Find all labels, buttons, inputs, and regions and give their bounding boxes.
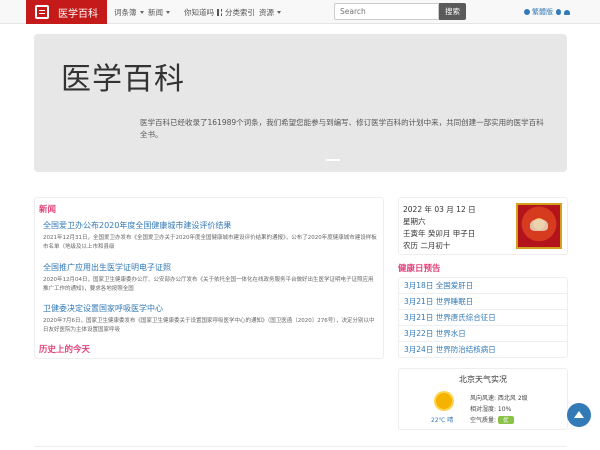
zodiac-tiger-image: [516, 203, 562, 249]
nav-entries[interactable]: 词条簿: [114, 0, 144, 24]
carousel-indicator[interactable]: [326, 159, 340, 161]
list-item[interactable]: 3月21日 世界唐氏综合征日: [399, 310, 567, 326]
news-item-desc: 2020年7月6日，国家卫生健康委发布《国家卫生健康委关于设置国家呼吸医学中心的…: [43, 318, 375, 333]
search-input[interactable]: [334, 3, 439, 20]
sun-icon: [436, 393, 452, 409]
weather-temperature: 22℃ 晴: [431, 417, 454, 424]
book-logo-icon: [35, 5, 49, 19]
nav-did-you-know[interactable]: 你知道吗: [184, 0, 214, 24]
hero-description: 医学百科已经收录了161989个词条，我们希望您能参与到编写、修订医学百科的计划…: [140, 118, 544, 139]
chevron-down-icon: [166, 10, 170, 14]
history-today-heading: 历史上的今天: [39, 345, 91, 355]
aqi-label: 空气质量:: [470, 417, 497, 424]
chevron-down-icon: [277, 10, 281, 14]
brand-name: 医学百科: [58, 8, 98, 20]
health-days-list: 3月18日 全国爱肝日 3月21日 世界睡眠日 3月21日 世界唐氏综合征日 3…: [398, 277, 568, 358]
hero-banner: 医学百科 医学百科已经收录了161989个词条，我们希望您能参与到编写、修订医学…: [34, 34, 567, 172]
hero-title: 医学百科: [61, 62, 185, 97]
nav-entries-label: 词条簿: [114, 7, 137, 17]
list-item[interactable]: 3月21日 世界睡眠日: [399, 294, 567, 310]
apple-icon[interactable]: [556, 9, 561, 15]
news-item: 全国推广应用出生医学证明电子证照 2020年12月04日，国家卫生健康委办公厅、…: [43, 262, 378, 294]
news-item: 全国爱卫办公布2020年度全国健康城市建设评价结果 2021年12月31日，全国…: [43, 220, 378, 252]
nav-news-label: 新闻: [148, 7, 163, 17]
language-icon: [524, 9, 530, 15]
nav-resources[interactable]: 资源: [259, 0, 281, 24]
brand-logo-link[interactable]: 医学百科: [26, 0, 107, 24]
weather-aqi: 空气质量: 优: [470, 415, 514, 424]
nav-news[interactable]: 新闻: [148, 0, 170, 24]
weather-panel: 北京天气实况 22℃ 晴 风向风速: 西北风 2级 相对湿度: 10% 空气质量…: [398, 368, 568, 430]
weather-title: 北京天气实况: [459, 375, 507, 384]
nav-did-you-know-label: 你知道吗: [184, 7, 214, 17]
traditional-chinese-label: 繁體版: [532, 8, 553, 16]
health-days-heading: 健康日预告: [398, 264, 441, 274]
weather-wind: 风向风速: 西北风 2级: [470, 395, 528, 402]
chevron-down-icon: [139, 10, 144, 14]
weather-humidity: 相对湿度: 10%: [470, 406, 512, 413]
date-lunar: 农历 二月初十: [403, 241, 451, 250]
date-ganzhi: 壬寅年 癸卯月 甲子日: [403, 229, 476, 238]
news-item-desc: 2020年12月04日，国家卫生健康委办公厅、公安部办公厅发布《关于依托全国一体…: [43, 277, 374, 292]
footer-divider: [34, 446, 567, 447]
nav-resources-label: 资源: [259, 7, 274, 17]
date-weekday: 星期六: [403, 217, 426, 226]
news-item-title[interactable]: 卫健委决定设置国家呼吸医学中心: [43, 303, 378, 314]
list-item[interactable]: 3月18日 全国爱肝日: [399, 278, 567, 294]
list-item[interactable]: 3月24日 世界防治结核病日: [399, 342, 567, 358]
aqi-badge: 优: [498, 416, 514, 424]
arrow-up-icon: [574, 410, 584, 418]
nav-category-index[interactable]: 分类索引: [217, 0, 255, 24]
traditional-chinese-link[interactable]: 繁體版: [524, 0, 570, 24]
nav-category-index-label: 分类索引: [225, 7, 255, 17]
search-button[interactable]: 搜索: [439, 3, 466, 20]
category-icon: [217, 8, 222, 16]
news-item: 卫健委决定设置国家呼吸医学中心 2020年7月6日，国家卫生健康委发布《国家卫生…: [43, 303, 378, 335]
android-icon[interactable]: [564, 9, 570, 15]
date-panel: 2022 年 03 月 12 日 星期六 壬寅年 癸卯月 甲子日 农历 二月初十: [398, 197, 568, 255]
news-item-desc: 2021年12月31日，全国爱卫办发布《全国爱卫办关于2020年度全国健康城市建…: [43, 235, 377, 250]
date-gregorian: 2022 年 03 月 12 日: [403, 205, 476, 214]
top-navbar: 医学百科 词条簿 新闻 你知道吗 分类索引 资源 搜索 繁體版: [0, 0, 600, 24]
back-to-top-button[interactable]: [567, 403, 591, 427]
list-item[interactable]: 3月22日 世界水日: [399, 326, 567, 342]
news-panel: 新闻 全国爱卫办公布2020年度全国健康城市建设评价结果 2021年12月31日…: [34, 197, 384, 359]
news-heading: 新闻: [39, 205, 57, 215]
news-item-title[interactable]: 全国推广应用出生医学证明电子证照: [43, 262, 378, 273]
news-item-title[interactable]: 全国爱卫办公布2020年度全国健康城市建设评价结果: [43, 220, 378, 231]
